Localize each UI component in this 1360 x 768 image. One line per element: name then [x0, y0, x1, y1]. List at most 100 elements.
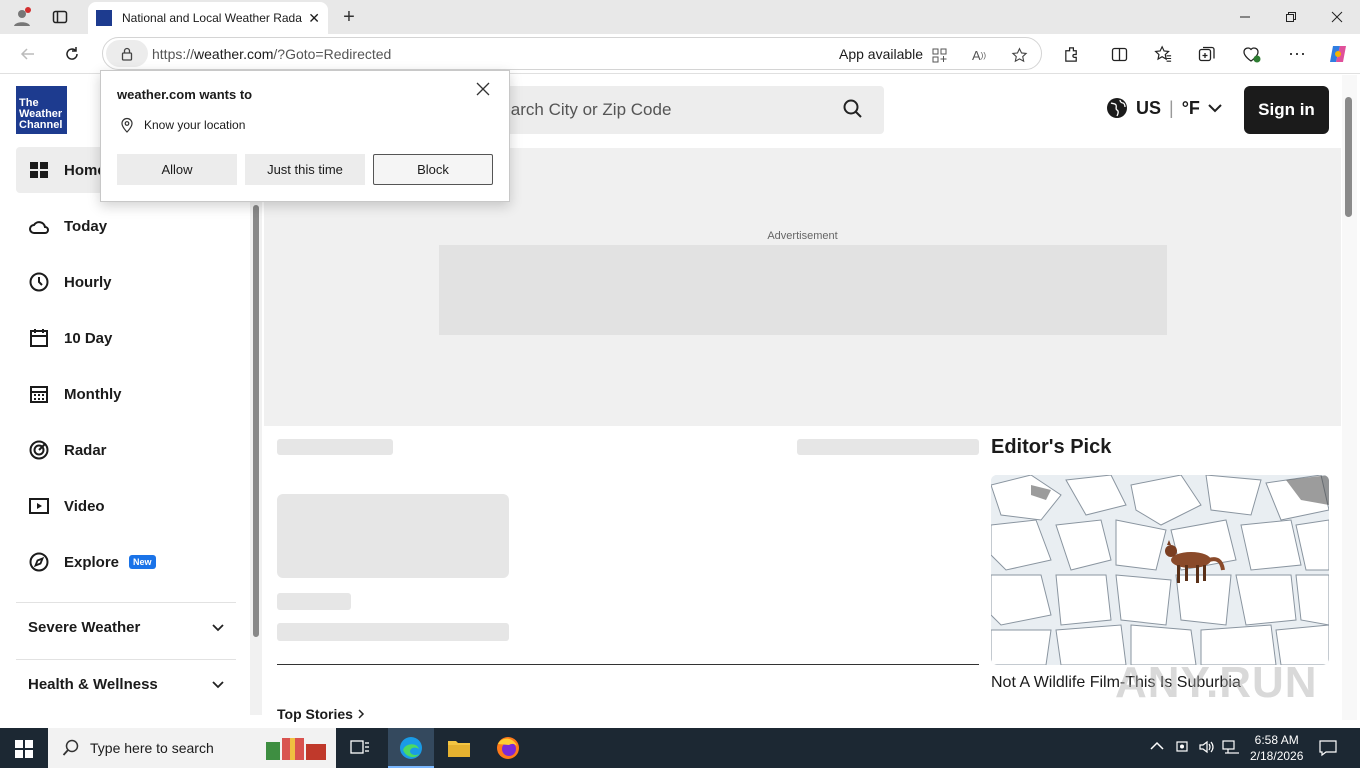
back-icon[interactable]: [16, 42, 40, 66]
taskbar-search-input[interactable]: Type here to search: [48, 728, 336, 768]
sidebar-item-label: Video: [64, 497, 105, 515]
read-aloud-icon[interactable]: A)): [969, 45, 989, 65]
clock-icon: [29, 272, 49, 292]
network-icon[interactable]: [1222, 739, 1240, 760]
browser-essentials-icon[interactable]: [1240, 43, 1262, 65]
editors-pick-image[interactable]: [991, 475, 1329, 665]
loading-placeholder: [277, 439, 393, 455]
weather-channel-logo[interactable]: The Weather Channel: [16, 86, 67, 134]
url-text: https://weather.com/?Goto=Redirected: [152, 45, 392, 62]
sidebar-scrollbar-thumb[interactable]: [253, 205, 259, 637]
favorites-icon[interactable]: [1152, 43, 1174, 65]
loading-placeholder: [797, 439, 979, 455]
clock-date: 2/18/2026: [1250, 749, 1304, 763]
advertisement-label: Advertisement: [767, 230, 838, 242]
close-tab-icon[interactable]: ✕: [308, 10, 320, 27]
locale-selector[interactable]: US | °F: [1106, 97, 1222, 119]
windows-start-icon[interactable]: [15, 740, 33, 763]
anyrun-watermark: ANY.RUN: [1115, 658, 1318, 707]
sidebar-item-today[interactable]: Today: [16, 203, 236, 249]
address-bar[interactable]: https://weather.com/?Goto=Redirected App…: [102, 37, 1042, 70]
popup-title: weather.com wants to: [117, 87, 253, 102]
sidebar-item-video[interactable]: Video: [16, 483, 236, 529]
edge-icon: [400, 737, 422, 759]
volume-icon[interactable]: [1198, 739, 1216, 760]
new-badge: New: [129, 555, 156, 569]
windows-taskbar: Type here to search 6:58 AM 2/18/2026: [0, 728, 1360, 768]
sidebar-item-label: Hourly: [64, 273, 112, 291]
more-menu-icon[interactable]: ⋯: [1286, 43, 1308, 65]
file-explorer-icon[interactable]: [447, 737, 471, 764]
section-divider: [277, 664, 979, 665]
cloud-icon: [29, 221, 49, 234]
search-icon[interactable]: [842, 98, 864, 120]
allow-button[interactable]: Allow: [117, 154, 237, 185]
chevron-down-icon: [1208, 104, 1222, 113]
top-stories-label: Top Stories: [277, 706, 353, 722]
just-this-time-button[interactable]: Just this time: [245, 154, 365, 185]
sidebar-item-10-day[interactable]: 10 Day: [16, 315, 236, 361]
copilot-icon[interactable]: [1326, 42, 1350, 66]
video-icon: [29, 498, 49, 514]
block-button[interactable]: Block: [373, 154, 493, 185]
close-icon[interactable]: [475, 81, 491, 102]
permission-label: Know your location: [144, 118, 246, 132]
refresh-icon[interactable]: [60, 42, 84, 66]
compass-icon: [29, 552, 49, 572]
sidebar-item-hourly[interactable]: Hourly: [16, 259, 236, 305]
app-install-icon[interactable]: [929, 45, 949, 65]
close-window-icon[interactable]: [1326, 6, 1348, 28]
new-tab-icon[interactable]: +: [338, 6, 360, 28]
site-info-button[interactable]: [106, 40, 148, 67]
sidebar-section-health-wellness[interactable]: Health & Wellness: [16, 659, 236, 709]
sidebar-item-label: Monthly: [64, 385, 122, 403]
chevron-right-icon: [358, 709, 364, 719]
region-label: US: [1136, 97, 1162, 118]
sidebar-item-label: 10 Day: [64, 329, 113, 347]
restore-icon[interactable]: [1280, 6, 1302, 28]
loading-placeholder: [277, 494, 509, 578]
sidebar-item-radar[interactable]: Radar: [16, 427, 236, 473]
advertisement-slot[interactable]: [439, 245, 1167, 335]
logo-line-3: Channel: [19, 119, 63, 131]
location-search-input[interactable]: Search City or Zip Code: [478, 86, 884, 134]
app-available-label[interactable]: App available: [839, 46, 923, 62]
page-scrollbar-thumb[interactable]: [1345, 97, 1352, 217]
chevron-down-icon: [212, 680, 224, 688]
search-placeholder: Search City or Zip Code: [490, 100, 672, 119]
top-stories-link[interactable]: Top Stories: [277, 706, 365, 722]
sidebar-item-label: Today: [64, 217, 108, 235]
collections-icon[interactable]: [1196, 43, 1218, 65]
extensions-icon[interactable]: [1060, 43, 1082, 65]
search-highlight-icon: [266, 738, 326, 760]
search-icon: [62, 739, 79, 756]
sidebar-item-label: Radar: [64, 441, 107, 459]
location-pin-icon: [121, 117, 133, 133]
sidebar-item-monthly[interactable]: Monthly: [16, 371, 236, 417]
section-label: Health & Wellness: [28, 676, 158, 693]
profile-icon[interactable]: [10, 6, 34, 28]
minimize-icon[interactable]: [1234, 6, 1256, 28]
browser-toolbar: https://weather.com/?Goto=Redirected App…: [0, 34, 1360, 74]
firefox-icon[interactable]: [496, 736, 520, 765]
task-view-icon[interactable]: [350, 738, 370, 763]
split-screen-icon[interactable]: [1108, 43, 1130, 65]
taskbar-edge-app[interactable]: [388, 728, 434, 768]
system-clock[interactable]: 6:58 AM 2/18/2026: [1250, 732, 1303, 764]
sidebar-item-explore[interactable]: Explore New: [16, 539, 236, 585]
sidebar-item-label: Explore: [64, 553, 120, 571]
lock-icon: [121, 47, 133, 61]
tab-active[interactable]: National and Local Weather Rada ✕: [88, 2, 328, 34]
notifications-icon[interactable]: [1319, 739, 1337, 762]
tab-actions-icon[interactable]: [48, 6, 72, 28]
home-grid-icon: [30, 162, 48, 178]
show-hidden-icons-icon[interactable]: [1150, 740, 1164, 754]
unit-label: °F: [1181, 97, 1200, 118]
sidebar-section-severe-weather[interactable]: Severe Weather: [16, 602, 236, 652]
favorite-star-icon[interactable]: [1009, 45, 1029, 65]
sign-in-button[interactable]: Sign in: [1244, 86, 1329, 134]
monthly-calendar-icon: [30, 386, 48, 403]
location-permission-dialog: weather.com wants to Know your location …: [100, 70, 510, 202]
chevron-down-icon: [212, 623, 224, 631]
network-meeting-icon[interactable]: [1174, 739, 1190, 760]
